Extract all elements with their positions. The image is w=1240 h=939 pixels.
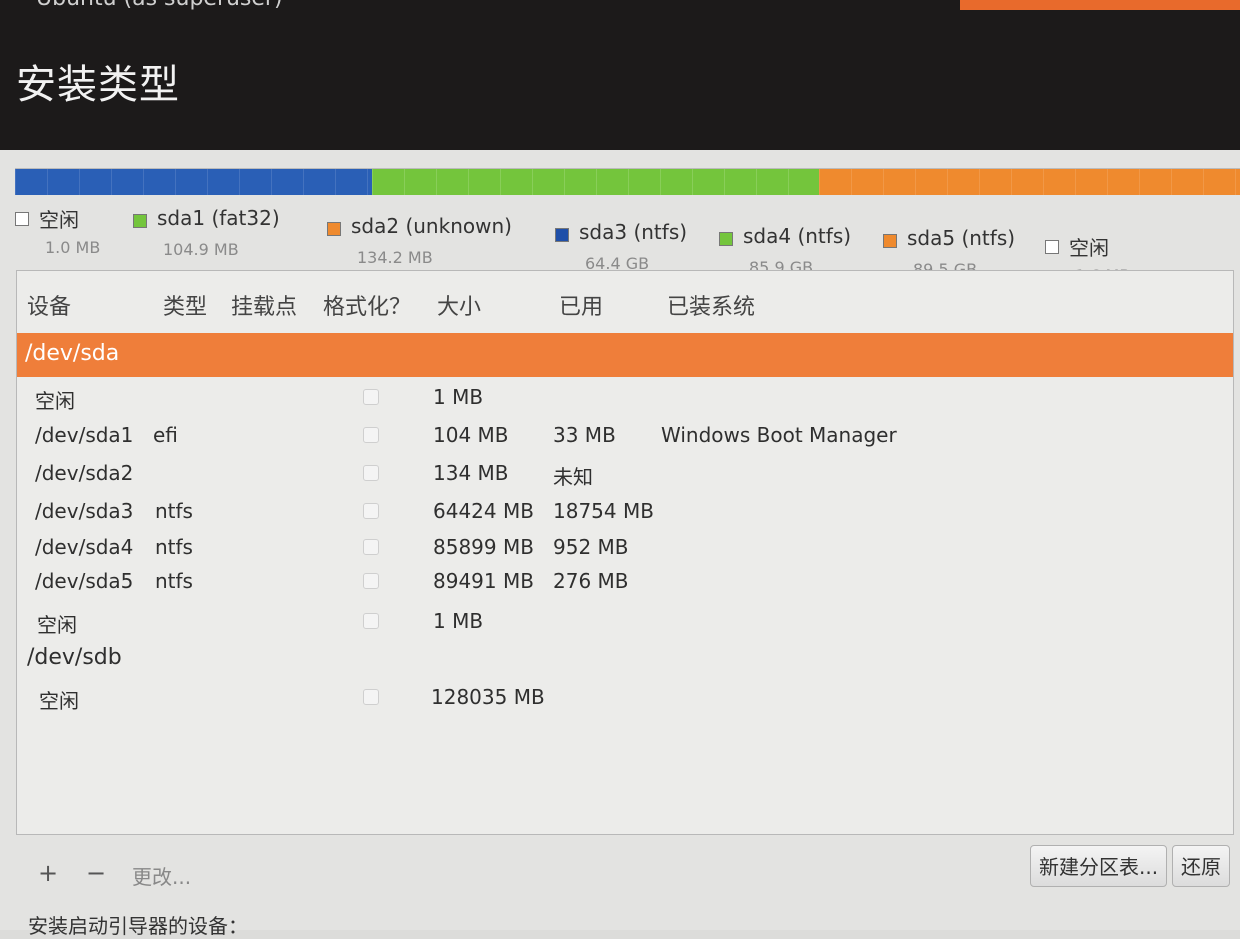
legend-swatch bbox=[15, 212, 29, 226]
cell-device: /dev/sda2 bbox=[35, 461, 134, 485]
legend-swatch bbox=[883, 234, 897, 248]
format-checkbox[interactable] bbox=[363, 427, 379, 443]
table-header: 设备 类型 挂载点 格式化？ 大小 已用 已装系统 bbox=[17, 271, 1233, 329]
legend-name: sda4 (ntfs) bbox=[743, 224, 852, 248]
device-label: /dev/sdb bbox=[27, 645, 122, 670]
legend-name: 空闲 bbox=[39, 208, 79, 232]
legend-name: sda5 (ntfs) bbox=[907, 226, 1016, 250]
legend-size: 134.2 MB bbox=[357, 248, 433, 267]
column-header-size[interactable]: 大小 bbox=[437, 289, 481, 321]
cell-size: 85899 MB bbox=[433, 535, 534, 559]
legend-name: sda2 (unknown) bbox=[351, 214, 512, 238]
format-checkbox[interactable] bbox=[363, 539, 379, 555]
format-checkbox[interactable] bbox=[363, 503, 379, 519]
partition-toolbar: + − 更改... 新建分区表... 还原 bbox=[16, 845, 1234, 895]
bootloader-device-label: 安装启动引导器的设备： bbox=[28, 914, 248, 938]
legend-size: 1.0 MB bbox=[45, 238, 101, 257]
cell-used: 未知 bbox=[553, 465, 593, 489]
column-header-device[interactable]: 设备 bbox=[27, 289, 71, 321]
legend-name: 空闲 bbox=[1069, 236, 1109, 260]
table-row[interactable]: /dev/sda5 ntfs 89491 MB 276 MB bbox=[17, 565, 1233, 601]
table-row-device-sda[interactable]: /dev/sda bbox=[17, 333, 1233, 377]
table-row[interactable]: 空闲 1 MB bbox=[17, 605, 1233, 641]
cell-size: 134 MB bbox=[433, 461, 509, 485]
format-checkbox[interactable] bbox=[363, 465, 379, 481]
remove-partition-button[interactable]: − bbox=[86, 859, 106, 887]
format-checkbox[interactable] bbox=[363, 573, 379, 589]
cell-used: 952 MB bbox=[553, 535, 629, 559]
table-row[interactable]: 空闲 1 MB bbox=[17, 381, 1233, 417]
cell-size: 1 MB bbox=[433, 385, 484, 409]
legend-swatch bbox=[555, 228, 569, 242]
title-accent-strip bbox=[960, 0, 1240, 10]
column-header-type[interactable]: 类型 bbox=[163, 289, 207, 321]
device-label: /dev/sda bbox=[25, 341, 120, 366]
table-row-device-sdb[interactable]: /dev/sdb bbox=[17, 643, 1233, 679]
table-row[interactable]: /dev/sda3 ntfs 64424 MB 18754 MB bbox=[17, 495, 1233, 531]
cell-size: 89491 MB bbox=[433, 569, 534, 593]
legend-name: sda1 (fat32) bbox=[157, 206, 280, 230]
column-header-used[interactable]: 已用 bbox=[559, 289, 603, 321]
cell-device: /dev/sda1 bbox=[35, 423, 134, 447]
revert-button[interactable]: 还原 bbox=[1172, 845, 1230, 887]
legend-name: sda3 (ntfs) bbox=[579, 220, 688, 244]
cell-type: ntfs bbox=[155, 499, 193, 523]
partition-usage-bar bbox=[15, 168, 1240, 195]
table-row[interactable]: /dev/sda1 efi 104 MB 33 MB Windows Boot … bbox=[17, 419, 1233, 455]
change-partition-button[interactable]: 更改... bbox=[132, 861, 191, 890]
cell-size: 64424 MB bbox=[433, 499, 534, 523]
cell-used: 33 MB bbox=[553, 423, 616, 447]
table-row[interactable]: 空闲 128035 MB bbox=[17, 681, 1233, 717]
format-checkbox[interactable] bbox=[363, 613, 379, 629]
partition-bar-segment-sda5 bbox=[818, 169, 1240, 195]
cell-device: 空闲 bbox=[35, 389, 75, 413]
partition-bar-segment-sda4 bbox=[372, 169, 819, 195]
legend-swatch bbox=[133, 214, 147, 228]
table-row[interactable]: /dev/sda2 134 MB 未知 bbox=[17, 457, 1233, 493]
cell-system: Windows Boot Manager bbox=[661, 423, 897, 447]
cell-used: 276 MB bbox=[553, 569, 629, 593]
cell-device: 空闲 bbox=[39, 689, 79, 713]
cell-size: 104 MB bbox=[433, 423, 509, 447]
title-bar: Ubuntu (as superuser) 安装类型 bbox=[0, 0, 1240, 150]
cell-size: 1 MB bbox=[433, 609, 484, 633]
add-partition-button[interactable]: + bbox=[38, 859, 58, 887]
legend-swatch bbox=[719, 232, 733, 246]
format-checkbox[interactable] bbox=[363, 689, 379, 705]
cell-type: ntfs bbox=[155, 569, 193, 593]
legend-swatch bbox=[327, 222, 341, 236]
legend-swatch bbox=[1045, 240, 1059, 254]
table-row[interactable]: /dev/sda4 ntfs 85899 MB 952 MB bbox=[17, 531, 1233, 567]
partition-bar-segment-sda3 bbox=[15, 169, 373, 195]
column-header-system[interactable]: 已装系统 bbox=[667, 289, 755, 321]
cell-type: efi bbox=[153, 423, 178, 447]
partition-legend: 空闲 1.0 MB sda1 (fat32) 104.9 MB sda2 (un… bbox=[15, 200, 1240, 285]
legend-size: 104.9 MB bbox=[163, 240, 239, 259]
cell-device: /dev/sda4 bbox=[35, 535, 134, 559]
column-header-format[interactable]: 格式化？ bbox=[323, 289, 411, 321]
cell-device: /dev/sda5 bbox=[35, 569, 134, 593]
cell-size: 128035 MB bbox=[431, 685, 545, 709]
column-header-mount[interactable]: 挂载点 bbox=[231, 289, 297, 321]
new-partition-table-button[interactable]: 新建分区表... bbox=[1030, 845, 1168, 887]
cell-device: /dev/sda3 bbox=[35, 499, 134, 523]
page-title: 安装类型 bbox=[16, 62, 180, 108]
cell-used: 18754 MB bbox=[553, 499, 654, 523]
format-checkbox[interactable] bbox=[363, 389, 379, 405]
window-title: Ubuntu (as superuser) bbox=[36, 0, 283, 11]
cell-type: ntfs bbox=[155, 535, 193, 559]
cell-device: 空闲 bbox=[37, 613, 77, 637]
partition-table: 设备 类型 挂载点 格式化？ 大小 已用 已装系统 /dev/sda 空闲 1 … bbox=[16, 270, 1234, 835]
